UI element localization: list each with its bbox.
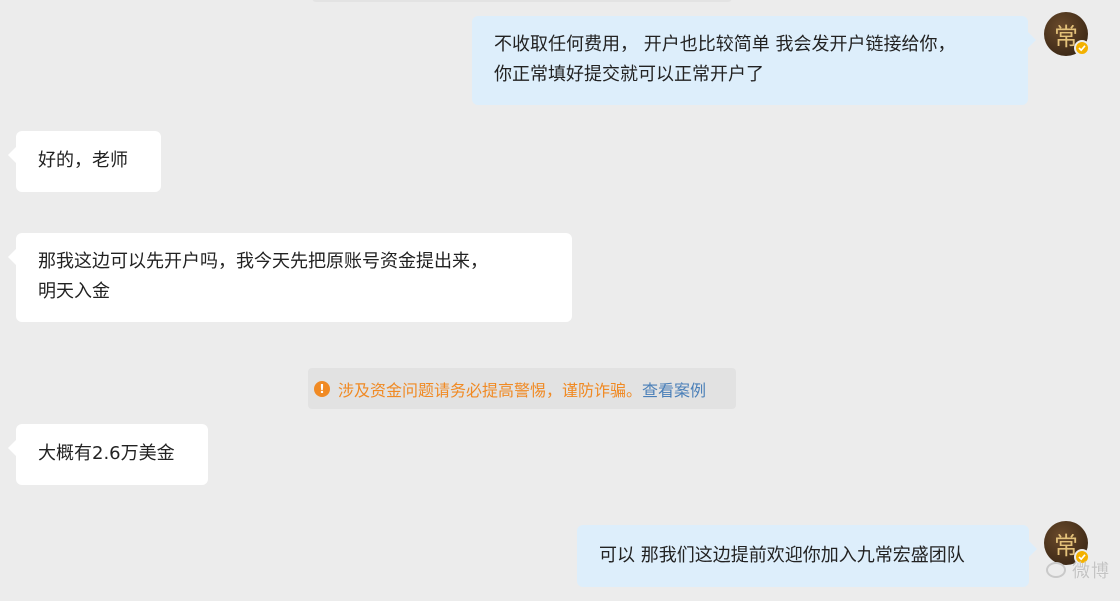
- message-text: 那我这边可以先开户吗，我今天先把原账号资金提出来， 明天入金: [38, 251, 488, 302]
- chat-area: 不收取任何费用， 开户也比较简单 我会发开户链接给你， 你正常填好提交就可以正常…: [0, 0, 1120, 601]
- info-icon: !: [314, 380, 330, 397]
- weibo-watermark: 微博: [1046, 557, 1110, 583]
- avatar[interactable]: 常: [1044, 12, 1090, 56]
- message-bubble-outgoing[interactable]: 可以 那我们这边提前欢迎你加入九常宏盛团队: [577, 525, 1037, 587]
- message-text: 不收取任何费用， 开户也比较简单 我会发开户链接给你， 你正常填好提交就可以正常…: [494, 34, 956, 85]
- message-bubble-incoming[interactable]: 大概有2.6万美金: [8, 424, 208, 485]
- warning-text: 涉及资金问题请务必提高警惕，谨防诈骗。: [338, 380, 643, 400]
- fraud-warning-notice: ! 涉及资金问题请务必提高警惕，谨防诈骗。 查看案例: [308, 368, 736, 409]
- watermark-text: 微博: [1072, 561, 1110, 582]
- message-bubble-outgoing[interactable]: 不收取任何费用， 开户也比较简单 我会发开户链接给你， 你正常填好提交就可以正常…: [472, 16, 1036, 105]
- message-bubble-incoming[interactable]: 好的，老师: [8, 131, 161, 192]
- message-text: 可以 那我们这边提前欢迎你加入九常宏盛团队: [599, 545, 965, 566]
- weibo-logo-icon: [1046, 562, 1066, 578]
- previous-message-edge: [312, 0, 732, 2]
- view-cases-link[interactable]: 查看案例: [642, 377, 706, 401]
- message-bubble-incoming[interactable]: 那我这边可以先开户吗，我今天先把原账号资金提出来， 明天入金: [8, 233, 572, 322]
- verified-check-icon: [1074, 40, 1090, 56]
- message-text: 好的，老师: [38, 150, 128, 171]
- message-text: 大概有2.6万美金: [38, 443, 175, 464]
